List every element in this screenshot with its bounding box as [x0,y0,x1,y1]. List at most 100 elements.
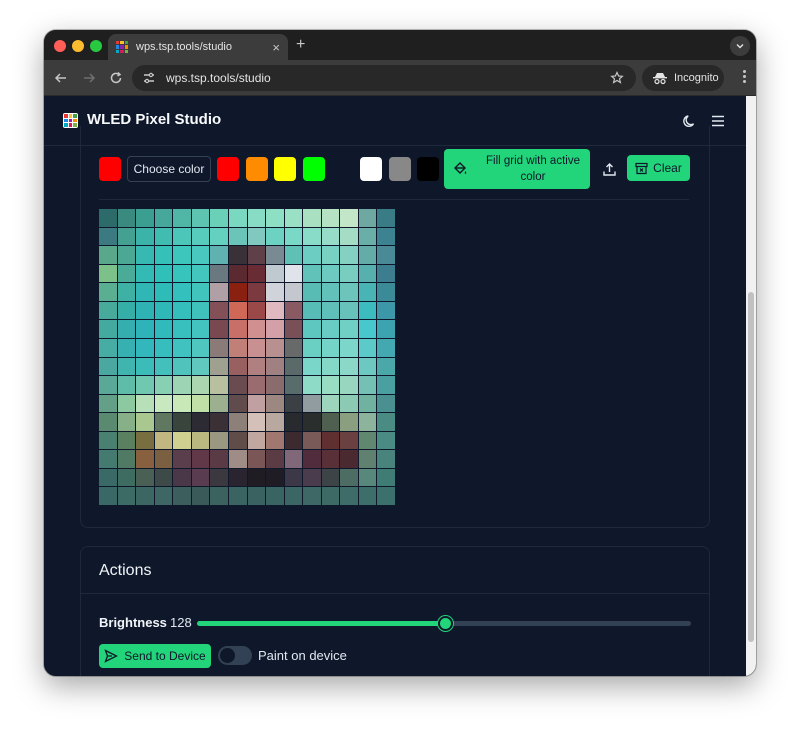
pixel-cell[interactable] [303,468,321,487]
pixel-cell[interactable] [99,301,117,320]
reload-button[interactable] [107,69,125,87]
pixel-cell[interactable] [173,283,191,301]
pixel-cell[interactable] [117,357,136,376]
pixel-cell[interactable] [228,320,247,338]
pixel-cell[interactable] [191,431,210,450]
pixel-cell[interactable] [173,264,191,283]
pixel-cell[interactable] [284,264,303,283]
pixel-cell[interactable] [117,320,136,338]
pixel-cell[interactable] [210,394,228,413]
forward-button[interactable] [80,69,98,87]
pixel-cell[interactable] [154,450,173,468]
pixel-cell[interactable] [228,209,247,227]
pixel-cell[interactable] [99,227,117,246]
pixel-cell[interactable] [154,394,173,413]
pixel-cell[interactable] [136,209,154,227]
pixel-cell[interactable] [284,246,303,264]
pixel-cell[interactable] [321,431,340,450]
pixel-cell[interactable] [303,227,321,246]
pixel-cell[interactable] [99,487,117,505]
upload-button[interactable] [599,157,619,181]
pixel-cell[interactable] [117,487,136,505]
pixel-cell[interactable] [136,357,154,376]
pixel-cell[interactable] [136,264,154,283]
pixel-cell[interactable] [136,487,154,505]
pixel-cell[interactable] [191,413,210,431]
pixel-cell[interactable] [228,376,247,394]
pixel-cell[interactable] [358,264,377,283]
pixel-cell[interactable] [136,246,154,264]
pixel-cell[interactable] [210,468,228,487]
pixel-cell[interactable] [284,450,303,468]
pixel-cell[interactable] [284,376,303,394]
pixel-cell[interactable] [191,450,210,468]
pixel-cell[interactable] [377,264,395,283]
pixel-cell[interactable] [210,209,228,227]
pixel-cell[interactable] [247,357,266,376]
pixel-cell[interactable] [284,283,303,301]
pixel-cell[interactable] [210,246,228,264]
pixel-cell[interactable] [247,209,266,227]
pixel-cell[interactable] [117,413,136,431]
pixel-cell[interactable] [377,357,395,376]
pixel-cell[interactable] [191,320,210,338]
pixel-cell[interactable] [284,301,303,320]
pixel-cell[interactable] [99,320,117,338]
pixel-cell[interactable] [377,227,395,246]
pixel-cell[interactable] [303,209,321,227]
pixel-cell[interactable] [303,487,321,505]
pixel-cell[interactable] [191,283,210,301]
pixel-cell[interactable] [154,376,173,394]
pixel-cell[interactable] [191,264,210,283]
pixel-cell[interactable] [210,487,228,505]
pixel-cell[interactable] [117,227,136,246]
pixel-cell[interactable] [191,376,210,394]
pixel-cell[interactable] [303,338,321,357]
pixel-cell[interactable] [321,468,340,487]
pixel-cell[interactable] [173,487,191,505]
pixel-cell[interactable] [266,227,284,246]
pixel-cell[interactable] [191,209,210,227]
pixel-cell[interactable] [340,209,358,227]
pixel-cell[interactable] [303,301,321,320]
pixel-cell[interactable] [210,431,228,450]
pixel-cell[interactable] [321,227,340,246]
pixel-cell[interactable] [303,246,321,264]
pixel-cell[interactable] [284,413,303,431]
pixel-cell[interactable] [377,376,395,394]
swatch-red[interactable] [217,157,239,181]
pixel-cell[interactable] [358,357,377,376]
pixel-cell[interactable] [284,487,303,505]
pixel-cell[interactable] [99,431,117,450]
pixel-cell[interactable] [358,209,377,227]
pixel-cell[interactable] [173,413,191,431]
pixel-cell[interactable] [191,468,210,487]
pixel-cell[interactable] [340,264,358,283]
pixel-cell[interactable] [117,450,136,468]
pixel-cell[interactable] [228,264,247,283]
pixel-cell[interactable] [321,209,340,227]
pixel-cell[interactable] [136,227,154,246]
pixel-cell[interactable] [321,246,340,264]
pixel-cell[interactable] [154,227,173,246]
pixel-cell[interactable] [340,431,358,450]
pixel-cell[interactable] [340,394,358,413]
page-scrollbar-thumb[interactable] [748,292,754,642]
pixel-cell[interactable] [154,301,173,320]
pixel-cell[interactable] [99,338,117,357]
pixel-cell[interactable] [266,450,284,468]
pixel-cell[interactable] [358,394,377,413]
pixel-cell[interactable] [210,301,228,320]
pixel-cell[interactable] [117,246,136,264]
pixel-cell[interactable] [99,283,117,301]
pixel-cell[interactable] [117,209,136,227]
send-to-device-button[interactable]: Send to Device [99,644,211,668]
pixel-cell[interactable] [321,413,340,431]
pixel-cell[interactable] [284,468,303,487]
pixel-cell[interactable] [303,283,321,301]
pixel-cell[interactable] [99,413,117,431]
swatch-black[interactable] [417,157,439,181]
pixel-cell[interactable] [377,246,395,264]
pixel-cell[interactable] [377,487,395,505]
pixel-cell[interactable] [340,283,358,301]
